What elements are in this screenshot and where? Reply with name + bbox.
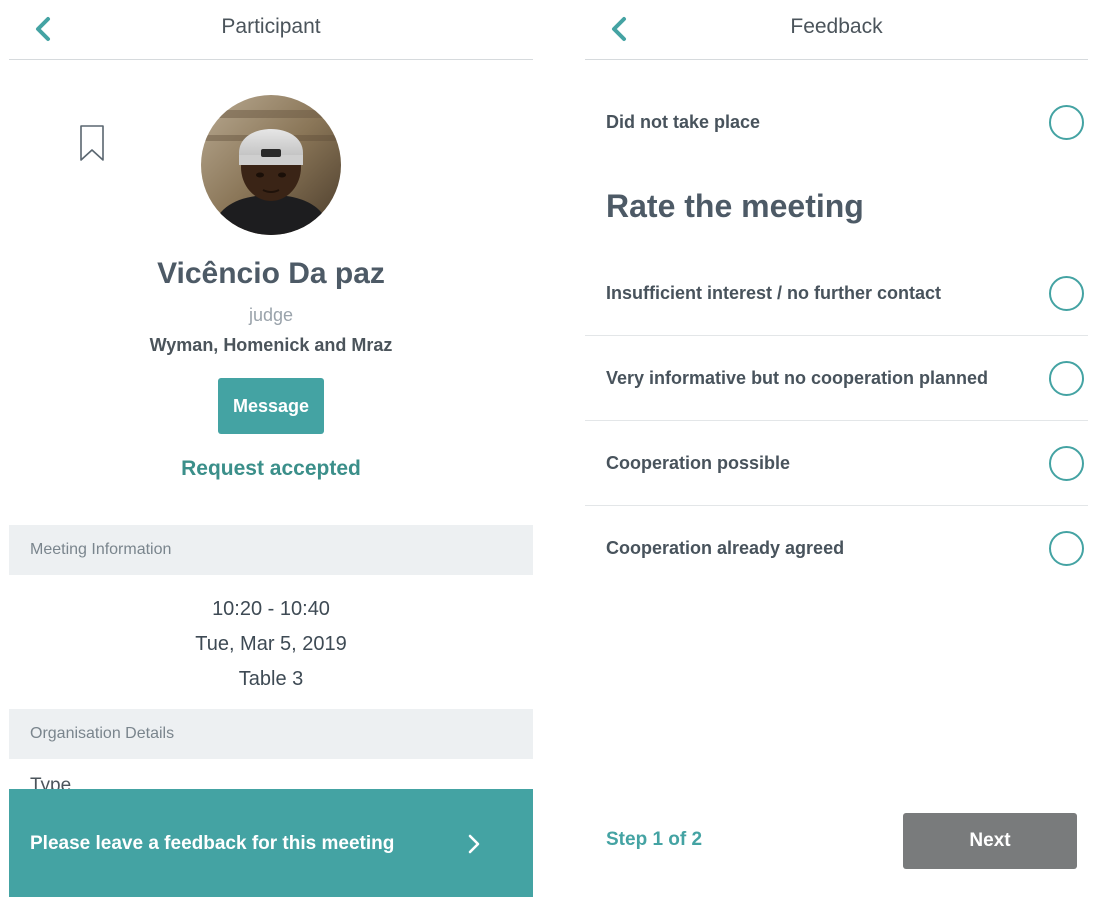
radio-button[interactable] (1049, 361, 1084, 396)
message-button[interactable]: Message (218, 378, 324, 434)
next-button[interactable]: Next (903, 813, 1077, 869)
rating-option[interactable]: Very informative but no cooperation plan… (585, 336, 1088, 421)
meeting-info-section-header: Meeting Information (9, 525, 533, 575)
step-indicator: Step 1 of 2 (606, 829, 703, 850)
option-label: Very informative but no cooperation plan… (606, 368, 989, 388)
participant-organisation: Wyman, Homenick and Mraz (149, 335, 393, 355)
participant-header: Participant (9, 0, 533, 60)
page-title: Participant (221, 15, 321, 38)
radio-button[interactable] (1049, 446, 1084, 481)
radio-button[interactable] (1049, 276, 1084, 311)
avatar (201, 95, 341, 235)
request-status: Request accepted (181, 457, 361, 480)
feedback-header: Feedback (585, 0, 1088, 60)
option-label: Cooperation possible (606, 453, 791, 473)
meeting-time: 10:20 - 10:40 (212, 598, 330, 620)
feedback-screen: Feedback Did not take place Rate the mee… (585, 0, 1088, 897)
meeting-table: Table 3 (238, 668, 304, 690)
participant-name: Vicêncio Da paz (157, 257, 385, 290)
feedback-banner[interactable]: Please leave a feedback for this meeting (9, 789, 533, 897)
radio-button[interactable] (1049, 105, 1084, 140)
page-title: Feedback (790, 15, 883, 38)
bookmark-icon[interactable] (79, 124, 105, 162)
option-label: Did not take place (606, 112, 761, 132)
option-did-not-take-place[interactable]: Did not take place (585, 80, 1088, 165)
meeting-date: Tue, Mar 5, 2019 (195, 633, 347, 655)
org-details-section-header: Organisation Details (9, 709, 533, 759)
rating-option[interactable]: Cooperation already agreed (585, 506, 1088, 591)
participant-role: judge (248, 305, 294, 325)
option-label: Insufficient interest / no further conta… (606, 283, 942, 303)
radio-button[interactable] (1049, 531, 1084, 566)
rating-option[interactable]: Cooperation possible (585, 421, 1088, 506)
rating-option[interactable]: Insufficient interest / no further conta… (585, 251, 1088, 336)
feedback-banner-text: Please leave a feedback for this meeting (30, 833, 395, 854)
participant-screen: Participant Vicêncio Da paz judge Wyman,… (9, 0, 533, 897)
chevron-right-icon (468, 834, 480, 854)
option-label: Cooperation already agreed (606, 538, 845, 558)
rate-meeting-title: Rate the meeting (606, 188, 864, 224)
